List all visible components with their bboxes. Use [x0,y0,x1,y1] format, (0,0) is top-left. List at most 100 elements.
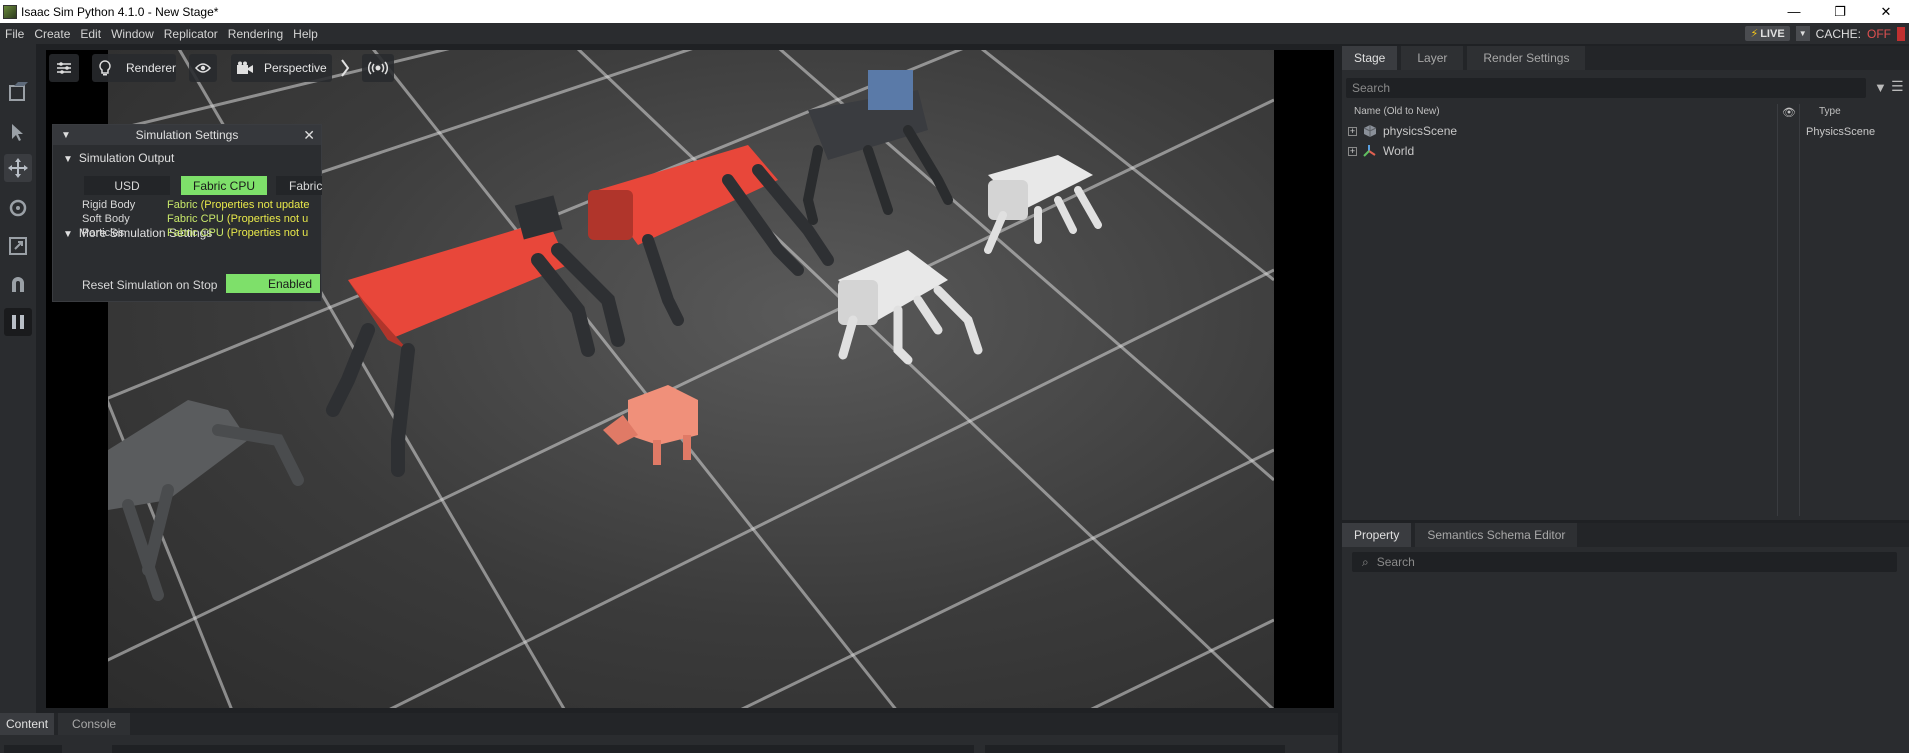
window-title: Isaac Sim Python 4.1.0 - New Stage* [21,4,219,19]
visibility-button[interactable] [189,54,217,82]
property-search-field[interactable]: ⌕ Search [1352,552,1897,572]
expand-plus-icon[interactable]: + [1348,146,1357,156]
pointer-icon[interactable] [4,118,32,146]
stage-tabs: Stage Layer Render Settings [1342,46,1909,70]
red-robot-middle [588,145,834,326]
menu-create[interactable]: Create [29,27,75,41]
tree-item-physicsscene[interactable]: + physicsScene [1348,122,1457,140]
menu-replicator[interactable]: Replicator [159,27,223,41]
stage-search-input[interactable]: Search [1346,78,1866,98]
column-divider [1799,104,1800,516]
section-triangle-icon: ▼ [63,154,73,165]
reset-enabled-toggle[interactable]: Enabled [226,274,320,293]
left-toolbar [0,44,36,724]
output-fabric-cpu-button[interactable]: Fabric CPU [181,176,267,195]
column-divider [1777,104,1778,516]
camera-label: Perspective [264,61,327,75]
tree-item-label: World [1383,144,1415,158]
rigid-body-label: Rigid Body [82,199,136,211]
column-type-header[interactable]: Type [1819,106,1841,117]
window-controls: — ❐ ✕ [1771,0,1909,23]
property-tabs: Property Semantics Schema Editor [1342,523,1909,547]
simulation-output-label: Simulation Output [78,151,175,165]
live-button[interactable]: ⚡ LIVE [1745,26,1790,41]
simulation-output-section[interactable]: ▼ Simulation Output [63,151,174,165]
pause-icon[interactable] [4,308,32,336]
property-search-placeholder: Search [1376,555,1415,569]
snap-magnet-icon[interactable] [4,270,32,298]
output-fabric-button[interactable]: Fabric [276,176,322,195]
output-usd-button[interactable]: USD [84,176,170,195]
tab-layer[interactable]: Layer [1401,46,1464,70]
soft-body-label: Soft Body [82,213,130,225]
tab-semantics-schema-editor[interactable]: Semantics Schema Editor [1415,523,1578,547]
sim-settings-title: Simulation Settings [135,128,239,142]
cache-status[interactable]: OFF [1867,27,1891,41]
xform-axis-icon [1363,145,1376,157]
menu-help[interactable]: Help [288,27,323,41]
tab-content[interactable]: Content [0,713,55,735]
search-icon: ⌕ [1362,554,1369,569]
particles-value: Fabric CPU (Properties not u [167,227,309,239]
menu-rendering[interactable]: Rendering [223,27,288,41]
content-toolbar-field[interactable] [4,745,62,753]
content-search-field[interactable] [985,745,1285,753]
visibility-header-eye-icon[interactable]: 👁 [1782,106,1796,119]
filter-icon[interactable]: ▼ [1874,80,1887,95]
close-window-button[interactable]: ✕ [1863,0,1909,23]
red-robot-front [326,195,625,477]
live-dropdown-chevron-icon[interactable]: ▼ [1795,26,1810,41]
white-robot-front [838,250,983,365]
sim-settings-header: ▼ Simulation Settings ✕ [53,125,321,145]
tab-property[interactable]: Property [1342,523,1412,547]
lightning-icon: ⚡ [1750,28,1759,40]
menu-bar: File Create Edit Window Replicator Rende… [0,23,1909,44]
close-panel-icon[interactable]: ✕ [303,127,315,144]
cube-creature [603,385,698,465]
column-name-header[interactable]: Name (Old to New) [1354,106,1440,117]
cache-indicator [1897,26,1905,41]
tree-item-label: physicsScene [1383,124,1458,138]
content-path-field[interactable] [112,745,974,753]
maximize-button[interactable]: ❐ [1817,0,1863,23]
scale-icon[interactable] [4,232,32,260]
tab-render-settings[interactable]: Render Settings [1467,46,1586,70]
particles-label: Particles [82,227,125,239]
stage-panel: Stage Layer Render Settings Search ▼ ☰ N… [1342,46,1909,520]
renderer-label: Renderer [125,61,176,75]
rotate-icon[interactable] [4,194,32,222]
options-menu-icon[interactable]: ☰ [1891,78,1904,95]
minimize-button[interactable]: — [1771,0,1817,23]
viewport-settings-button[interactable] [49,54,79,82]
tab-console[interactable]: Console [58,713,131,735]
bottom-tabs: Content Console [0,713,1338,735]
renderer-button[interactable]: Renderer [92,54,176,82]
bottom-panel: Content Console [0,713,1338,753]
title-bar: Isaac Sim Python 4.1.0 - New Stage* — ❐ … [0,0,1909,23]
sensor-button[interactable] [362,54,394,82]
select-mode-icon[interactable] [4,78,32,106]
tree-item-type: PhysicsScene [1806,126,1876,138]
expand-chevron-icon[interactable] [338,54,352,82]
white-robot-back [984,155,1102,254]
tree-item-world[interactable]: + World [1348,142,1414,160]
menu-edit[interactable]: Edit [75,27,106,41]
expand-plus-icon[interactable]: + [1348,126,1357,136]
app-icon [3,4,17,19]
sliders-icon [57,62,71,74]
physics-scene-icon [1363,125,1377,137]
rigid-body-value: Fabric (Properties not update [167,199,310,211]
soft-body-value: Fabric CPU (Properties not u [167,213,309,225]
eye-icon [195,63,211,73]
menu-window[interactable]: Window [106,27,159,41]
property-panel: Property Semantics Schema Editor ⌕ Searc… [1342,523,1909,753]
menu-file[interactable]: File [0,27,29,41]
reset-on-stop-label: Reset Simulation on Stop [82,278,218,292]
move-icon[interactable] [4,154,32,182]
menu-status: ⚡ LIVE ▼ CACHE: OFF [1745,23,1909,44]
live-label: LIVE [1760,27,1785,40]
tab-stage[interactable]: Stage [1342,46,1398,70]
broadcast-icon [368,61,388,75]
camera-button[interactable]: Perspective [231,54,332,82]
section-triangle-icon: ▼ [63,229,73,240]
